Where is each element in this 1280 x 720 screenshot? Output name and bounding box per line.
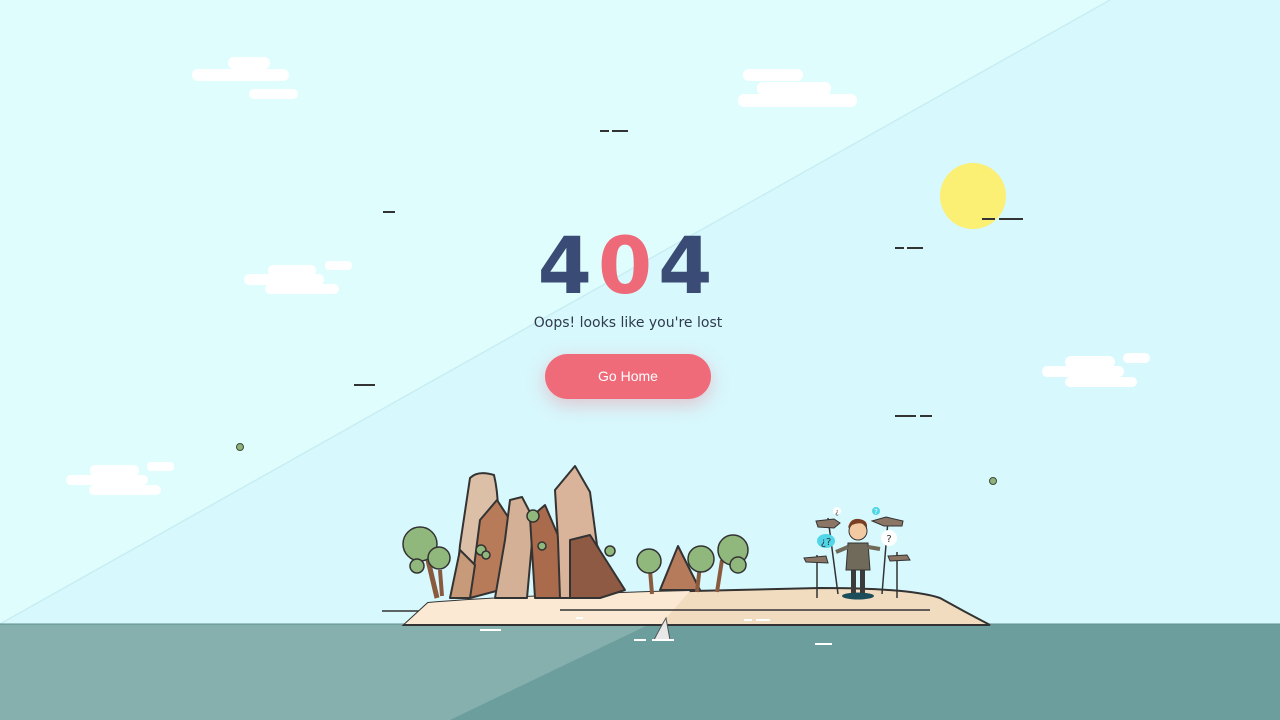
error-404-page: ¿ ? ¿? ? 404 Oops! looks like you're los… [0,0,1280,720]
error-digit-3: 4 [658,222,719,312]
go-home-button[interactable]: Go Home [545,354,711,399]
sun [940,163,1006,229]
question-mark-2: ? [874,508,878,516]
error-digit-2: 0 [597,222,659,312]
question-mark-1: ¿ [835,508,839,516]
dot-right [989,477,997,485]
question-mark-3: ¿? [821,537,832,548]
error-code: 404 [0,222,1256,312]
lost-message: Oops! looks like you're lost [533,315,723,331]
error-digit-1: 4 [537,222,598,312]
question-mark-4: ? [886,534,891,545]
dot-left [236,443,244,451]
